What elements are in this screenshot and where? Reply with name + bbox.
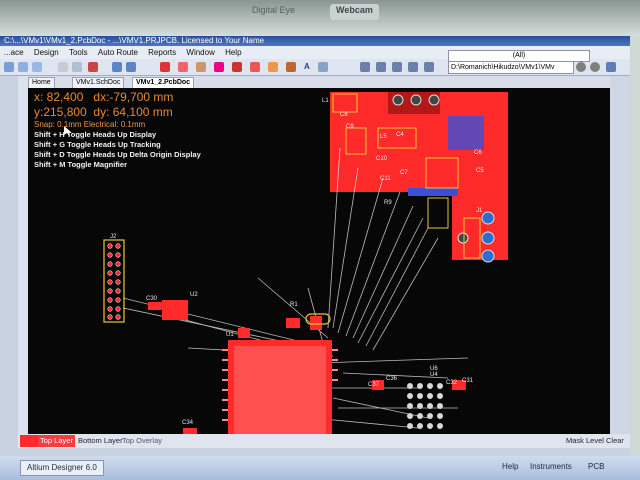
window-titlebar: C:\...\VMv1\VMv1_2.PcbDoc - ...\VMV1.PRJ… [0, 36, 630, 46]
taskbar-pcb[interactable]: PCB [588, 460, 604, 474]
designator: C10 [376, 156, 388, 162]
menu-item-reports[interactable]: Reports [144, 46, 180, 59]
monitor-bezel-right [630, 36, 640, 456]
polygon-icon[interactable] [286, 62, 296, 72]
bga-pads [407, 383, 443, 429]
menu-item-design[interactable]: Design [30, 46, 63, 59]
hud-x: x: 82,400 [34, 90, 84, 104]
designator: R1 [290, 302, 298, 308]
route-icon[interactable] [160, 62, 170, 72]
header-pins [107, 243, 121, 320]
gear-icon[interactable] [606, 62, 616, 72]
clear-button[interactable]: Clear [604, 435, 626, 447]
menu-item-auto-route[interactable]: Auto Route [94, 46, 142, 59]
arc-place-icon[interactable] [250, 62, 260, 72]
filter-select[interactable]: (All) [448, 50, 590, 62]
menu-item-place[interactable]: ...ace [0, 46, 28, 59]
spacing-icon[interactable] [392, 62, 402, 72]
cut-icon[interactable] [88, 62, 98, 72]
designator: C6 [474, 150, 482, 156]
hud-shortcut: Shift + M Toggle Magnifier [34, 160, 127, 169]
taskbar: Altium Designer 6.0 Help Instruments PCB [0, 456, 640, 480]
menu-item-window[interactable]: Window [182, 46, 218, 59]
hud-shortcut: Shift + D Toggle Heads Up Delta Origin D… [34, 150, 201, 159]
designator: U1 [226, 332, 234, 338]
redo-icon[interactable] [126, 62, 136, 72]
hud-shortcut: Shift + H Toggle Heads Up Display [34, 130, 157, 139]
bezel-label-webcam: Webcam [330, 4, 379, 20]
fill-icon[interactable] [268, 62, 278, 72]
layer-tab-overlay[interactable]: Top Overlay [120, 435, 164, 447]
track-icon[interactable] [178, 62, 188, 72]
toolbar-icon[interactable] [4, 62, 14, 72]
designator: C8 [340, 112, 348, 118]
right-panel-strip[interactable] [610, 76, 630, 434]
designator: C5 [476, 168, 484, 174]
mask-level-button[interactable]: Mask Level [564, 435, 606, 447]
text-icon[interactable]: A [304, 62, 310, 71]
hud-shortcut: Shift + G Toggle Heads Up Tracking [34, 140, 161, 149]
designator: C32 [446, 380, 458, 386]
designator: C34 [182, 420, 194, 426]
arc-icon[interactable] [196, 62, 206, 72]
screen: C:\...\VMv1\VMv1_2.PcbDoc - ...\VMV1.PRJ… [0, 36, 630, 456]
taskbar-app[interactable]: Altium Designer 6.0 [20, 460, 104, 476]
designator: C36 [386, 376, 398, 382]
designator: L1 [322, 98, 329, 104]
designator: C37 [368, 382, 380, 388]
undo-icon[interactable] [112, 62, 122, 72]
save-icon[interactable] [32, 62, 42, 72]
room-icon[interactable] [408, 62, 418, 72]
designator: C31 [462, 378, 474, 384]
designator: R9 [384, 200, 392, 206]
component-icon[interactable] [318, 62, 328, 72]
pad-icon[interactable] [232, 62, 242, 72]
taskbar-instruments[interactable]: Instruments [530, 460, 572, 474]
grid-icon[interactable] [58, 62, 68, 72]
menu-item-tools[interactable]: Tools [65, 46, 92, 59]
ic-u1-pad [234, 346, 326, 434]
designator: J1 [476, 208, 483, 214]
via-icon[interactable] [214, 62, 224, 72]
menu-item-help[interactable]: Help [221, 46, 245, 59]
hud-y: y:215,800 [34, 105, 87, 119]
designator: L5 [380, 134, 387, 140]
open-icon[interactable] [18, 62, 28, 72]
hud-snap: Snap: 0.1mm Electrical: 0.1mm [34, 120, 146, 129]
move-icon[interactable] [72, 62, 82, 72]
document-tabs: Home VMv1.SchDoc VMv1_2.PcbDoc [28, 76, 630, 89]
distribute-icon[interactable] [376, 62, 386, 72]
window-title: C:\...\VMv1\VMv1_2.PcbDoc - ...\VMV1.PRJ… [4, 36, 265, 45]
bezel-label-left: Digital Eye [252, 5, 296, 15]
align-icon[interactable] [360, 62, 370, 72]
blue-trace-area [448, 116, 484, 150]
layer-tab-bottom[interactable]: Bottom Layer [76, 435, 125, 447]
designator: J2 [110, 234, 117, 240]
monitor-bezel-top: Digital Eye Webcam [0, 0, 640, 36]
taskbar-help[interactable]: Help [502, 460, 518, 474]
header-outline [103, 239, 125, 323]
forward-icon[interactable] [590, 62, 600, 72]
designator: U6 [430, 366, 438, 372]
designator: C9 [346, 124, 354, 130]
designator: U4 [430, 372, 438, 378]
layer-color-swatch [20, 435, 40, 447]
designator: C7 [400, 170, 408, 176]
designator: C11 [380, 176, 391, 182]
designator: C30 [146, 296, 158, 302]
project-path-input[interactable]: D:\Romanich\Hikudzo\VMv1\VMv [448, 61, 574, 74]
heads-up-display: x: 82,400 dx:-79,700 mm y:215,800 dy: 64… [34, 90, 201, 170]
hud-dx: dx:-79,700 mm [93, 90, 174, 104]
select-icon[interactable] [424, 62, 434, 72]
back-icon[interactable] [576, 62, 586, 72]
layer-tab-top[interactable]: Top Layer [38, 435, 75, 447]
blue-trace-bus [408, 188, 458, 196]
designator: C4 [396, 132, 404, 138]
designator: U2 [190, 292, 198, 298]
hud-dy: dy: 64,100 mm [93, 105, 173, 119]
layer-tabs: Top Layer Bottom Layer Top Overlay Mask … [18, 434, 630, 448]
